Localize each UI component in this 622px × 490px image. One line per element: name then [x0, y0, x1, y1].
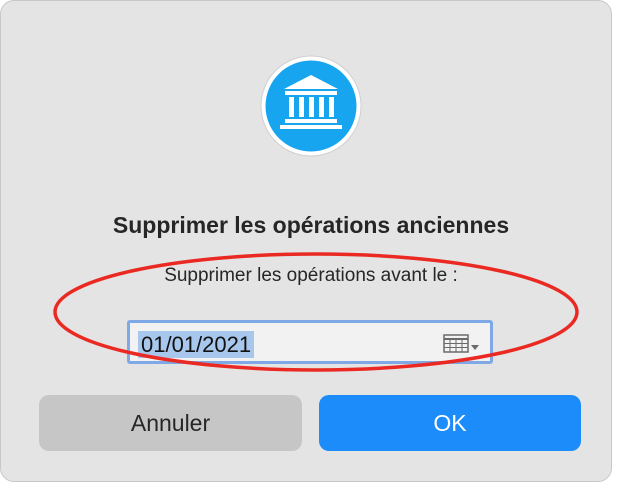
ok-button[interactable]: OK — [319, 395, 581, 451]
cancel-button[interactable]: Annuler — [39, 395, 302, 451]
dialog-title: Supprimer les opérations anciennes — [112, 212, 510, 238]
calendar-grid-icon[interactable] — [442, 332, 482, 356]
date-value[interactable]: 01/01/2021 — [138, 331, 255, 358]
date-field[interactable]: 01/01/2021 — [127, 320, 493, 364]
dialog-prompt: Supprimer les opérations avant le : — [164, 265, 458, 286]
delete-old-operations-dialog: Supprimer les opérations anciennes Suppr… — [0, 0, 612, 482]
bank-icon — [260, 55, 362, 157]
